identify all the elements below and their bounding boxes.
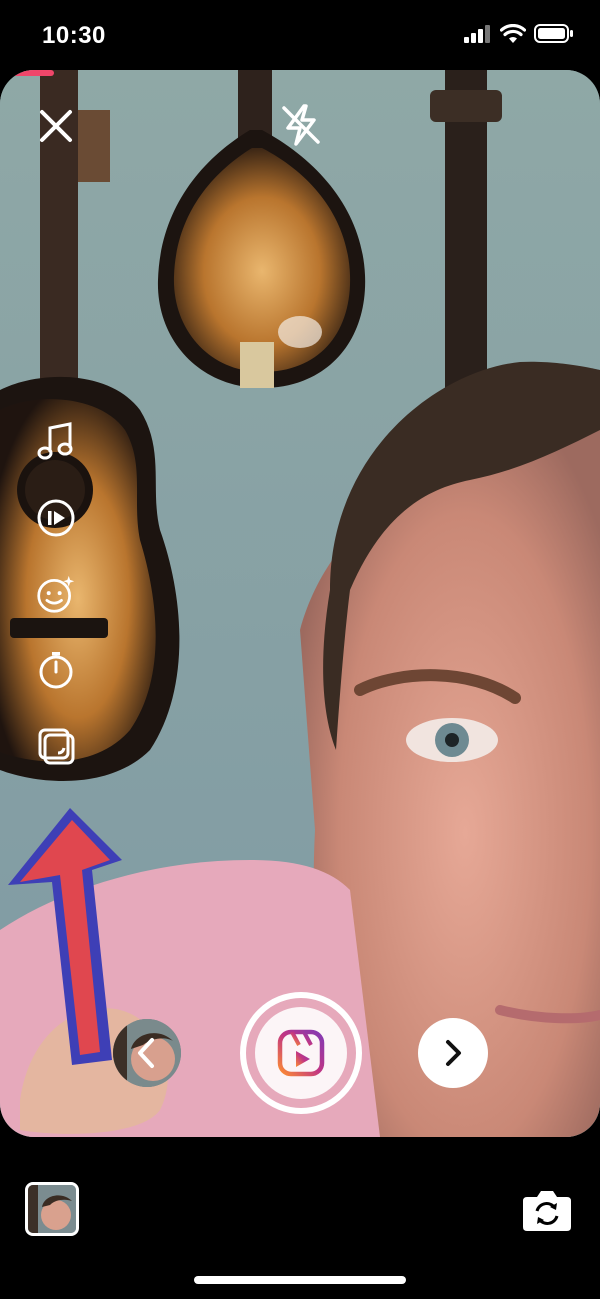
camera-viewfinder[interactable]: [0, 70, 600, 1137]
next-button[interactable]: [418, 1018, 488, 1088]
effects-icon: [37, 575, 75, 613]
record-button-inner: [255, 1007, 347, 1099]
timer-button[interactable]: [36, 650, 76, 690]
camera-feed: [0, 70, 600, 1137]
flip-camera-button[interactable]: [521, 1187, 573, 1233]
gallery-thumbnail: [28, 1185, 76, 1233]
layout-button[interactable]: [36, 726, 76, 766]
chevron-right-icon: [446, 1040, 461, 1066]
recording-progress-bar: [0, 70, 54, 76]
flash-off-icon: [282, 104, 320, 146]
effects-button[interactable]: [36, 574, 76, 614]
wifi-icon: [500, 24, 526, 43]
close-icon: [40, 110, 72, 142]
signal-icon: [464, 24, 490, 43]
record-button[interactable]: [240, 992, 362, 1114]
reels-icon: [277, 1029, 325, 1077]
flash-button[interactable]: [278, 102, 324, 148]
timer-icon: [39, 652, 73, 689]
status-icons: [464, 24, 574, 43]
flip-camera-icon: [523, 1191, 571, 1231]
chevron-left-icon: [138, 1038, 154, 1068]
status-bar: 10:30: [0, 0, 600, 70]
home-indicator[interactable]: [194, 1276, 406, 1284]
close-button[interactable]: [36, 106, 76, 146]
speed-icon: [37, 499, 75, 537]
layout-icon: [38, 728, 75, 765]
gallery-button[interactable]: [25, 1182, 79, 1236]
status-time: 10:30: [42, 22, 106, 49]
side-toolbar: [36, 422, 76, 766]
previous-effect-button[interactable]: [132, 1036, 160, 1070]
music-note-icon: [37, 422, 73, 460]
battery-icon: [534, 24, 573, 43]
speed-button[interactable]: [36, 498, 76, 538]
audio-button[interactable]: [36, 422, 76, 462]
